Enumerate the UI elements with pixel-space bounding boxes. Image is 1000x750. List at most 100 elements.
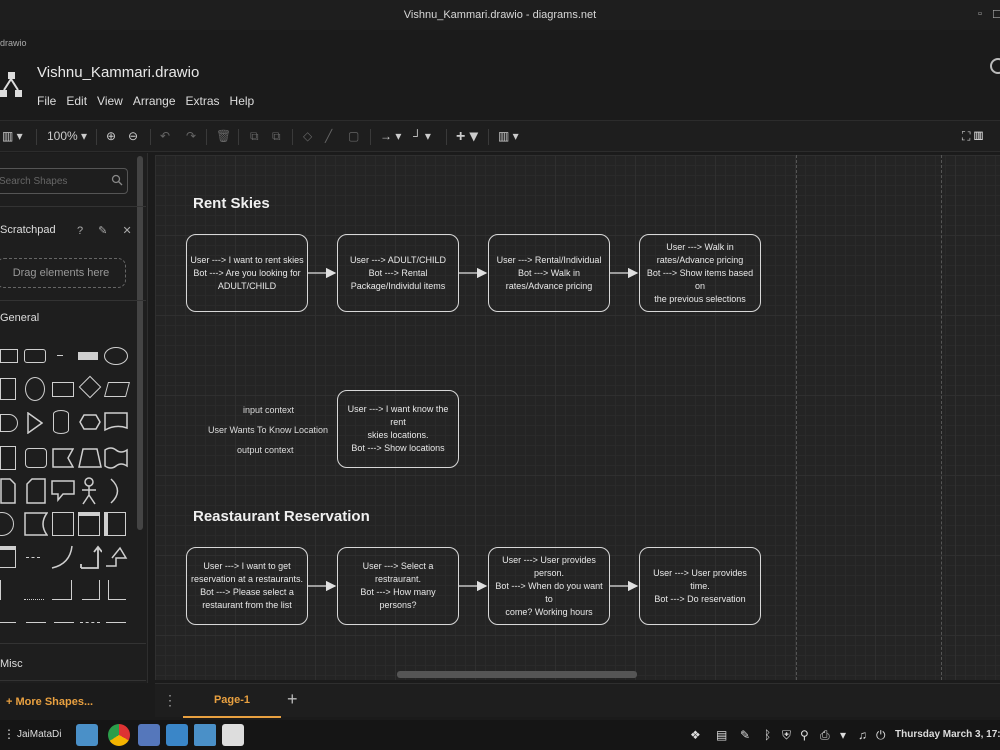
minimize-icon[interactable]: ▫	[978, 8, 982, 20]
menu-file[interactable]: File	[37, 94, 56, 108]
insert-icon[interactable]: + ▾	[456, 126, 478, 146]
rectangle-shape[interactable]	[0, 349, 18, 363]
menu-extras[interactable]: Extras	[186, 94, 220, 108]
textbox-shape[interactable]	[78, 352, 98, 360]
clipboard-icon[interactable]: ▤	[716, 728, 727, 742]
table-icon[interactable]: ▥ ▾	[498, 129, 519, 143]
document-shape[interactable]	[104, 412, 128, 432]
internal-storage-shape[interactable]	[0, 446, 16, 470]
misc-section-label[interactable]: Misc	[0, 658, 23, 670]
line-shape[interactable]	[0, 622, 16, 623]
zoom-in-icon[interactable]: ⊕	[106, 129, 116, 143]
dotted-line-shape[interactable]	[24, 580, 44, 600]
scratchpad-label[interactable]: Scratchpad	[0, 224, 56, 236]
editor-app-icon[interactable]	[138, 724, 160, 746]
dropbox-icon[interactable]: ❖	[690, 728, 701, 742]
taskbar-clock[interactable]: Thursday March 3, 17:	[895, 729, 1000, 740]
corner-line-shape[interactable]	[52, 580, 72, 600]
document-title[interactable]: Vishnu_Kammari.drawio	[37, 64, 199, 81]
table-shape[interactable]	[0, 546, 16, 568]
wifi-icon[interactable]: ▾	[840, 728, 846, 742]
restaurant-node-2[interactable]: User ---> Select a restraurant. Bot --->…	[337, 547, 459, 625]
format-panel-toggle-icon[interactable]: ▥ ▾	[2, 129, 23, 143]
curve-shape[interactable]	[50, 544, 74, 570]
canvas-horizontal-scrollbar[interactable]	[397, 671, 637, 678]
text-shape[interactable]	[57, 355, 63, 356]
delete-icon[interactable]: 🗑	[216, 129, 231, 143]
to-back-icon[interactable]: ⧉	[272, 129, 281, 144]
intent-label[interactable]: User Wants To Know Location	[208, 425, 328, 435]
menu-edit[interactable]: Edit	[66, 94, 87, 108]
hexagon-shape[interactable]	[0, 414, 18, 432]
or-shape[interactable]	[106, 478, 124, 504]
circle-shape[interactable]	[25, 377, 45, 401]
arrow-shape[interactable]	[104, 544, 128, 570]
restaurant-node-3[interactable]: User ---> User provides person. Bot --->…	[488, 547, 610, 625]
note-shape[interactable]	[0, 478, 16, 504]
output-context-label[interactable]: output context	[237, 445, 294, 455]
list-shape[interactable]	[78, 512, 100, 536]
square-shape[interactable]	[0, 378, 16, 400]
bluetooth-icon[interactable]: ᛒ	[764, 728, 771, 742]
rent-node-1[interactable]: User ---> I want to rent skies Bot ---> …	[186, 234, 308, 312]
shield-icon[interactable]: ⛨	[782, 728, 791, 743]
actor-shape[interactable]	[80, 477, 98, 505]
rent-node-2[interactable]: User ---> ADULT/CHILD Bot ---> Rental Pa…	[337, 234, 459, 312]
location-icon[interactable]: ⚲	[800, 728, 809, 742]
ellipse-shape[interactable]	[104, 347, 128, 365]
callout-shape[interactable]	[51, 480, 75, 502]
card-shape[interactable]	[26, 478, 46, 504]
folder-app-icon[interactable]	[194, 724, 216, 746]
files-app-icon[interactable]	[76, 724, 98, 746]
page-tab-active[interactable]: Page-1	[183, 684, 281, 718]
menu-help[interactable]: Help	[230, 94, 255, 108]
process-shape[interactable]	[52, 382, 74, 397]
notes-icon[interactable]: ✎	[740, 728, 750, 742]
input-context-label[interactable]: input context	[243, 405, 294, 415]
link-line-shape[interactable]	[54, 622, 74, 623]
undo-icon[interactable]: ↶	[160, 129, 170, 143]
location-node[interactable]: User ---> I want know the rent skies loc…	[337, 390, 459, 468]
elbow-line-shape[interactable]	[82, 580, 100, 600]
arrow-connector-shape[interactable]	[106, 622, 126, 623]
swimlane-shape[interactable]	[104, 512, 126, 536]
restaurant-node-4[interactable]: User ---> User provides time. Bot ---> D…	[639, 547, 761, 625]
general-section-label[interactable]: General	[0, 312, 39, 324]
language-globe-icon[interactable]	[990, 58, 1000, 74]
more-shapes-button[interactable]: + More Shapes...	[6, 696, 93, 708]
zoom-dropdown[interactable]: 100% ▾	[47, 129, 87, 143]
add-page-button[interactable]: +	[287, 689, 298, 710]
menu-arrange[interactable]: Arrange	[133, 94, 176, 108]
printer-icon[interactable]: ⎙	[820, 728, 830, 743]
power-icon[interactable]: ⏻	[876, 728, 886, 743]
scratchpad-controls[interactable]: ? ✎ ✕	[77, 224, 138, 237]
scratchpad-dropzone[interactable]: Drag elements here	[0, 258, 126, 288]
tape-shape[interactable]	[104, 446, 128, 470]
menu-view[interactable]: View	[97, 94, 123, 108]
bidirectional-arrow-shape[interactable]	[78, 544, 102, 570]
triangle-shape[interactable]	[27, 412, 43, 434]
connection-icon[interactable]: → ▾	[380, 129, 401, 143]
parallelogram-shape[interactable]	[103, 382, 131, 397]
rounded-rectangle-shape[interactable]	[24, 349, 46, 363]
music-icon[interactable]: ♫	[858, 728, 867, 742]
waypoints-icon[interactable]: ┘ ▾	[413, 129, 431, 143]
chrome-app-icon[interactable]	[108, 724, 130, 746]
redo-icon[interactable]: ↷	[186, 129, 196, 143]
diagram-canvas[interactable]: Rent Skies Reastaurant Reservation User …	[155, 155, 1000, 680]
pages-menu-icon[interactable]: ⋮	[163, 692, 177, 709]
dashed-line-shape[interactable]	[26, 557, 40, 558]
camera-app-icon[interactable]	[166, 724, 188, 746]
dashed-connector-shape[interactable]	[80, 622, 100, 623]
line-color-icon[interactable]: ╱	[325, 129, 332, 143]
to-front-icon[interactable]: ⧉	[250, 129, 259, 144]
connector-shape[interactable]	[26, 622, 46, 623]
rent-node-3[interactable]: User ---> Rental/Individual Bot ---> Wal…	[488, 234, 610, 312]
data-storage-shape[interactable]	[24, 512, 48, 536]
step-shape[interactable]	[52, 448, 74, 468]
cloud-shape[interactable]	[78, 412, 102, 432]
settings-app-icon[interactable]	[222, 724, 244, 746]
taskbar-user[interactable]: JaiMataDi	[17, 729, 61, 740]
fullscreen-icon[interactable]: ⛶ ▥	[962, 129, 983, 144]
search-icon[interactable]	[111, 174, 123, 186]
